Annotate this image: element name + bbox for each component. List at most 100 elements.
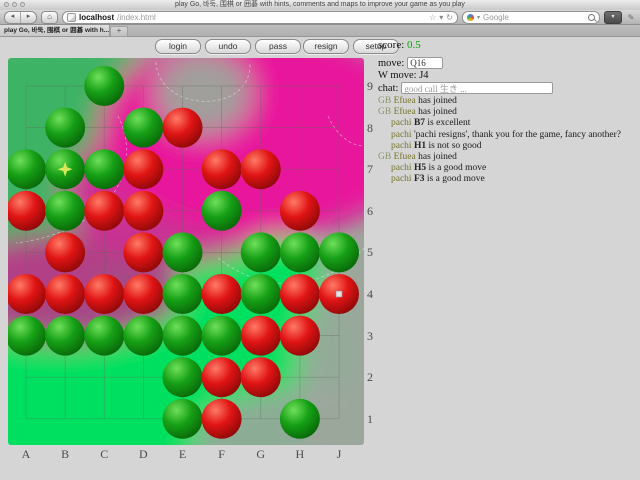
browser-window: play Go, 바둑, 围棋 or 囲碁 with hints, commen… (0, 0, 640, 480)
row-label-3: 3 (364, 329, 376, 344)
red-stone-G3[interactable] (241, 316, 281, 356)
column-label-B: B (55, 447, 75, 462)
green-stone-G4[interactable] (241, 274, 281, 314)
red-stone-B5[interactable] (45, 232, 85, 272)
red-stone-D5[interactable] (123, 232, 163, 272)
url-bar[interactable]: localhost /index.html ☆ ▾ ↻ (62, 11, 458, 24)
reload-icon[interactable]: ↻ (446, 13, 453, 22)
resign-button[interactable]: resign (303, 39, 349, 54)
chat-input[interactable] (401, 82, 553, 94)
green-stone-E1[interactable] (163, 399, 203, 439)
red-stone-F1[interactable] (202, 399, 242, 439)
search-engine-caret-icon[interactable]: ▾ (477, 14, 480, 21)
google-logo-icon (467, 14, 474, 21)
score-line: score: 0.5 (378, 39, 421, 51)
chat-message: GB Efuea has joined (378, 96, 636, 107)
red-stone-B4[interactable] (45, 274, 85, 314)
home-button[interactable]: ⌂ (41, 11, 58, 24)
url-bar-icons: ☆ ▾ ↻ (429, 13, 453, 22)
new-tab-button[interactable]: + (110, 26, 128, 37)
column-label-E: E (173, 447, 193, 462)
green-stone-J5[interactable] (319, 232, 359, 272)
green-stone-E5[interactable] (163, 232, 203, 272)
red-stone-C4[interactable] (84, 274, 124, 314)
score-label: score: (378, 39, 404, 51)
green-stone-B8[interactable] (45, 108, 85, 148)
last-move-square-marker-J4 (336, 291, 342, 297)
window-title: play Go, 바둑, 围棋 or 囲碁 with hints, commen… (0, 0, 640, 10)
red-stone-H6[interactable] (280, 191, 320, 231)
chat-message: pachi B7 is excellent (378, 118, 636, 129)
search-placeholder: Google (483, 13, 585, 22)
red-stone-G7[interactable] (241, 149, 281, 189)
move-row: move: (378, 57, 636, 69)
red-stone-F7[interactable] (202, 149, 242, 189)
green-stone-D3[interactable] (123, 316, 163, 356)
history-nav-group: ◂ ▸ (4, 11, 37, 24)
column-label-H: H (290, 447, 310, 462)
green-stone-C9[interactable] (84, 66, 124, 106)
chat-log: GB Efuea has joinedGB Efuea has joinedpa… (378, 96, 636, 186)
red-stone-C6[interactable] (84, 191, 124, 231)
move-input[interactable] (407, 57, 443, 69)
forward-button[interactable]: ▸ (20, 12, 36, 23)
chat-row: chat: (378, 82, 636, 94)
pass-button[interactable]: pass (255, 39, 301, 54)
red-stone-D7[interactable] (123, 149, 163, 189)
row-label-1: 1 (364, 412, 376, 427)
green-stone-E2[interactable] (163, 357, 203, 397)
green-stone-B3[interactable] (45, 316, 85, 356)
white-move-row: W move: J4 (378, 70, 636, 81)
page-favicon-icon (67, 13, 76, 22)
column-label-A: A (16, 447, 36, 462)
chat-label: chat: (378, 83, 398, 94)
chat-message: pachi H1 is not so good (378, 141, 636, 152)
column-label-F: F (212, 447, 232, 462)
red-stone-D6[interactable] (123, 191, 163, 231)
green-stone-H1[interactable] (280, 399, 320, 439)
dropdown-caret-icon[interactable]: ▾ (439, 13, 443, 22)
red-stone-D4[interactable] (123, 274, 163, 314)
column-label-J: J (329, 447, 349, 462)
navigation-toolbar: ◂ ▸ ⌂ localhost /index.html ☆ ▾ ↻ ▾ Goog… (0, 10, 640, 25)
white-move-text: W move: J4 (378, 70, 429, 81)
red-stone-F4[interactable] (202, 274, 242, 314)
green-stone-E3[interactable] (163, 316, 203, 356)
green-stone-E4[interactable] (163, 274, 203, 314)
chat-message: pachi 'pachi resigns', thank you for the… (378, 130, 636, 141)
compose-icon[interactable]: ✎ (626, 12, 636, 23)
game-panel: move: W move: J4 chat: GB Efuea has join… (378, 57, 636, 186)
login-button[interactable]: login (155, 39, 201, 54)
row-label-8: 8 (364, 121, 376, 136)
row-label-4: 4 (364, 287, 376, 302)
green-stone-D8[interactable] (123, 108, 163, 148)
green-stone-B6[interactable] (45, 191, 85, 231)
green-stone-F6[interactable] (202, 191, 242, 231)
green-stone-C7[interactable] (84, 149, 124, 189)
tab-bar: play Go, 바둑, 围棋 or 囲碁 with h... + (0, 25, 640, 37)
green-stone-F3[interactable] (202, 316, 242, 356)
tab-play-go[interactable]: play Go, 바둑, 围棋 or 囲碁 with h... (0, 25, 110, 36)
go-board[interactable] (8, 58, 364, 445)
search-icon[interactable] (588, 14, 595, 21)
green-stone-H5[interactable] (280, 232, 320, 272)
bookmark-star-icon[interactable]: ☆ (429, 13, 436, 22)
url-host: localhost (79, 13, 114, 22)
back-button[interactable]: ◂ (5, 12, 20, 23)
red-stone-E8[interactable] (163, 108, 203, 148)
chat-message: pachi H5 is a good move (378, 163, 636, 174)
search-bar[interactable]: ▾ Google (462, 11, 600, 24)
red-stone-F2[interactable] (202, 357, 242, 397)
green-stone-C3[interactable] (84, 316, 124, 356)
red-stone-H4[interactable] (280, 274, 320, 314)
row-label-9: 9 (364, 79, 376, 94)
red-stone-H3[interactable] (280, 316, 320, 356)
column-label-G: G (251, 447, 271, 462)
chat-message: pachi F3 is a good move (378, 174, 636, 185)
red-stone-G2[interactable] (241, 357, 281, 397)
green-stone-G5[interactable] (241, 232, 281, 272)
row-label-5: 5 (364, 245, 376, 260)
downloads-button[interactable]: ▾ (604, 11, 622, 24)
undo-button[interactable]: undo (205, 39, 251, 54)
move-label: move: (378, 58, 404, 69)
